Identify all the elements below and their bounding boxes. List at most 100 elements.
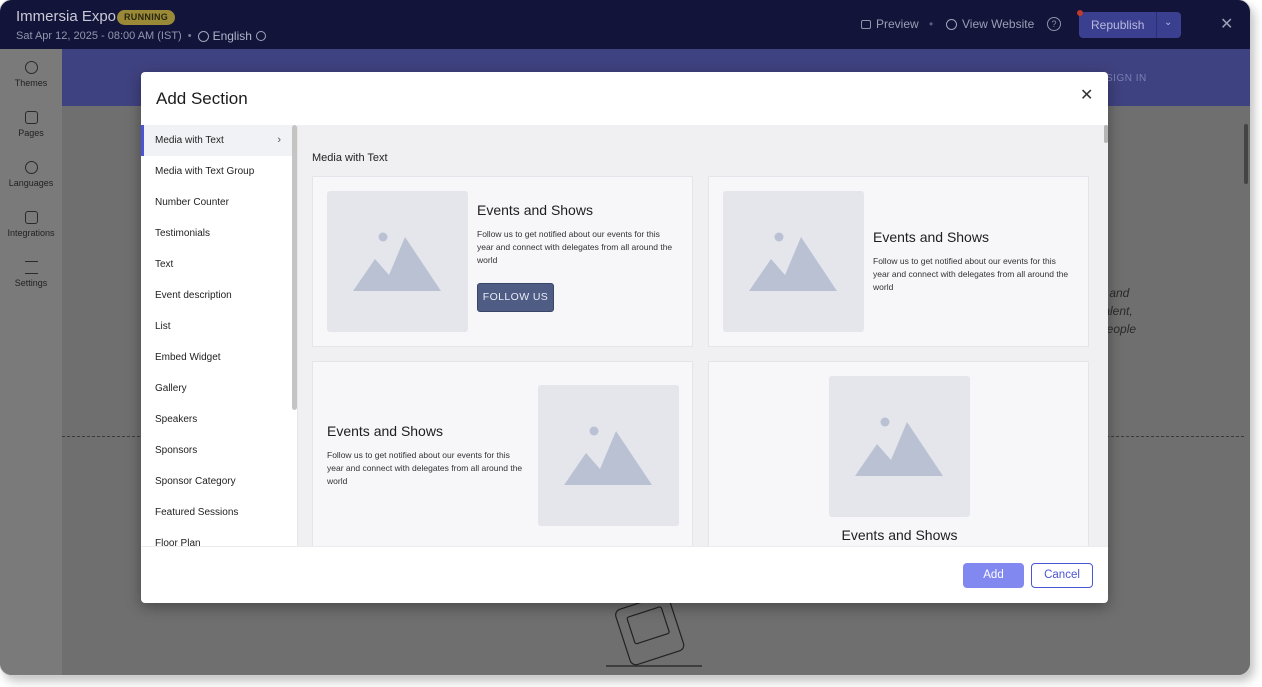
- image-placeholder: [538, 385, 679, 526]
- sliders-icon: [24, 261, 38, 274]
- category-item-speakers[interactable]: Speakers: [141, 404, 293, 435]
- sidebar-item-label: Themes: [14, 78, 48, 88]
- globe-icon: [946, 18, 957, 30]
- cancel-button[interactable]: Cancel: [1031, 563, 1093, 588]
- category-item-sponsor-category[interactable]: Sponsor Category: [141, 466, 293, 497]
- palette-icon: [24, 61, 38, 74]
- image-icon: [564, 426, 652, 485]
- image-icon: [353, 232, 441, 291]
- left-sidebar: Themes Pages Languages Integrations Sett…: [0, 49, 62, 675]
- preview-label: Preview: [876, 17, 919, 31]
- sidebar-item-label: Languages: [8, 178, 54, 188]
- top-bar: Immersia Expo RUNNING Sat Apr 12, 2025 -…: [0, 0, 1250, 49]
- image-placeholder: [327, 191, 468, 332]
- category-item-media-with-text[interactable]: Media with Text ›: [141, 125, 293, 156]
- pages-icon: [24, 111, 38, 124]
- category-item-floor-plan[interactable]: Floor Plan: [141, 528, 293, 546]
- separator-dot: •: [929, 17, 934, 31]
- event-datetime-line: Sat Apr 12, 2025 - 08:00 AM (IST) • Engl…: [16, 29, 266, 43]
- category-item-gallery[interactable]: Gallery: [141, 373, 293, 404]
- language-label: English: [212, 29, 252, 43]
- separator-dot: •: [187, 30, 192, 42]
- category-label: Event description: [155, 290, 232, 301]
- category-item-media-with-text-group[interactable]: Media with Text Group: [141, 156, 293, 187]
- chevron-down-icon[interactable]: ⌄: [1164, 17, 1172, 28]
- layout-card-image-top[interactable]: Events and Shows: [708, 361, 1089, 546]
- preview-scrollbar[interactable]: [1104, 125, 1108, 143]
- category-item-number-counter[interactable]: Number Counter: [141, 187, 293, 218]
- image-placeholder: [723, 191, 864, 332]
- button-divider: [1156, 12, 1157, 38]
- sidebar-item-settings[interactable]: Settings: [0, 261, 62, 288]
- close-icon[interactable]: ✕: [1080, 85, 1093, 105]
- republish-label: Republish: [1091, 18, 1145, 32]
- status-badge: RUNNING: [117, 10, 176, 25]
- category-item-sponsors[interactable]: Sponsors: [141, 435, 293, 466]
- sidebar-item-themes[interactable]: Themes: [0, 61, 62, 88]
- sidebar-item-languages[interactable]: Languages: [0, 161, 62, 188]
- page-scrollbar[interactable]: [1244, 124, 1248, 184]
- view-website-label: View Website: [962, 17, 1035, 31]
- modal-title: Add Section: [156, 89, 248, 108]
- section-heading: Media with Text: [312, 152, 388, 164]
- integrations-icon: [24, 211, 38, 224]
- image-icon: [855, 417, 943, 476]
- sidebar-item-label: Pages: [18, 128, 44, 138]
- add-button[interactable]: Add: [963, 563, 1024, 588]
- category-label: Media with Text: [155, 135, 224, 146]
- category-label: List: [155, 321, 171, 332]
- globe-icon: [197, 30, 209, 42]
- category-label: Featured Sessions: [155, 507, 239, 518]
- card-title: Events and Shows: [477, 202, 593, 218]
- category-label: Gallery: [155, 383, 187, 394]
- sidebar-item-label: Settings: [14, 278, 48, 288]
- add-section-modal: Add Section ✕ Media with Text › Media wi…: [141, 72, 1108, 603]
- card-title: Events and Shows: [841, 527, 958, 543]
- layout-card-image-right[interactable]: Events and Shows Follow us to get notifi…: [312, 361, 693, 546]
- category-item-list[interactable]: List: [141, 311, 293, 342]
- language-selector[interactable]: English: [197, 29, 266, 43]
- notification-dot: [1077, 10, 1083, 16]
- close-icon[interactable]: ✕: [1220, 14, 1233, 34]
- follow-us-button[interactable]: FOLLOW US: [477, 283, 554, 312]
- event-name: Immersia Expo: [16, 8, 117, 25]
- app-window: Immersia Expo RUNNING Sat Apr 12, 2025 -…: [0, 0, 1250, 675]
- image-placeholder: [829, 376, 970, 517]
- category-label: Sponsor Category: [155, 476, 236, 487]
- category-label: Testimonials: [155, 228, 211, 239]
- sidebar-item-pages[interactable]: Pages: [0, 111, 62, 138]
- category-label: Floor Plan: [155, 538, 201, 546]
- category-label: Sponsors: [155, 445, 198, 456]
- chevron-right-icon: ›: [277, 134, 281, 146]
- card-text: Follow us to get notified about our even…: [873, 256, 1069, 292]
- category-item-featured-sessions[interactable]: Featured Sessions: [141, 497, 293, 528]
- republish-button[interactable]: Republish ⌄: [1079, 12, 1181, 38]
- chevron-down-icon: [255, 31, 266, 41]
- section-category-list: Media with Text › Media with Text Group …: [141, 125, 293, 546]
- preview-icon: [861, 19, 871, 29]
- layout-card-image-left-button[interactable]: Events and Shows Follow us to get notifi…: [312, 176, 693, 347]
- category-label: Number Counter: [155, 197, 229, 208]
- modal-footer-divider: [141, 546, 1108, 547]
- category-label: Speakers: [155, 414, 198, 425]
- category-item-testimonials[interactable]: Testimonials: [141, 218, 293, 249]
- phone-illustration-icon: [606, 603, 702, 667]
- help-icon[interactable]: ?: [1047, 17, 1061, 31]
- category-label: Embed Widget: [155, 352, 221, 363]
- category-label: Text: [155, 259, 174, 270]
- card-text: Follow us to get notified about our even…: [327, 450, 523, 486]
- category-item-embed-widget[interactable]: Embed Widget: [141, 342, 293, 373]
- layout-card-image-left[interactable]: Events and Shows Follow us to get notifi…: [708, 176, 1089, 347]
- image-icon: [749, 232, 837, 291]
- section-preview-panel: Media with Text Events and Shows Follow …: [298, 125, 1108, 546]
- sidebar-item-integrations[interactable]: Integrations: [0, 211, 62, 238]
- category-item-text[interactable]: Text: [141, 249, 293, 280]
- globe-icon: [24, 161, 38, 174]
- nav-signin-text: SIGN IN: [1106, 73, 1147, 84]
- preview-link[interactable]: Preview: [861, 17, 919, 31]
- card-title: Events and Shows: [873, 229, 989, 245]
- view-website-link[interactable]: View Website: [946, 17, 1034, 31]
- category-label: Media with Text Group: [155, 166, 255, 177]
- category-item-event-description[interactable]: Event description: [141, 280, 293, 311]
- sidebar-item-label: Integrations: [7, 228, 55, 238]
